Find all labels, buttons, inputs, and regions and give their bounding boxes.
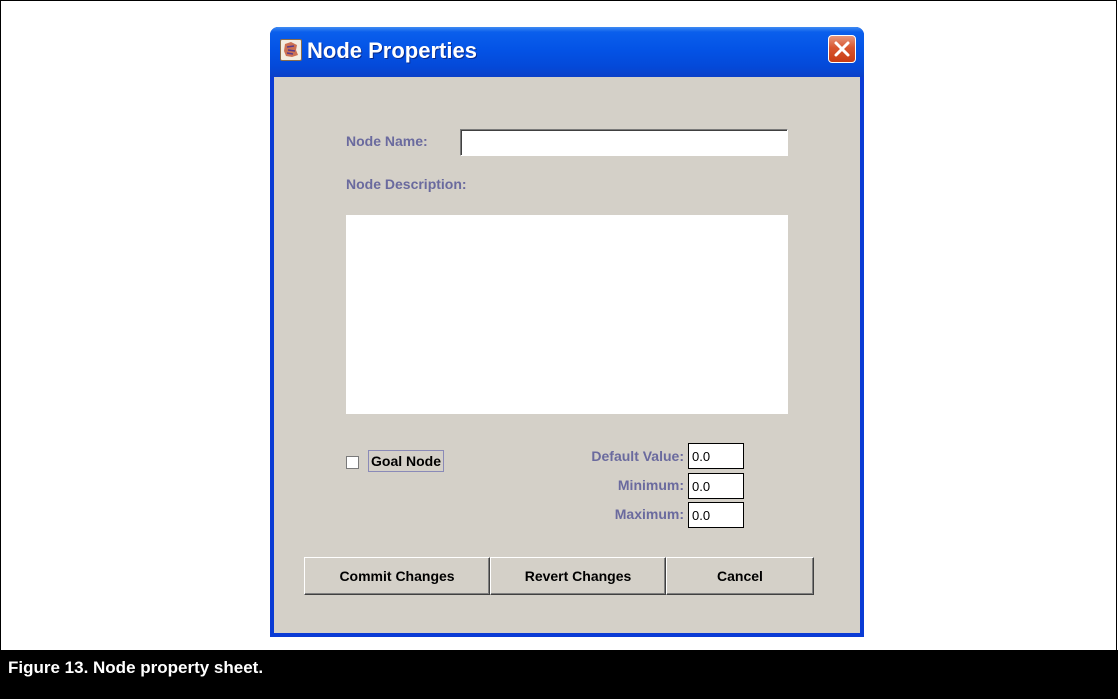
maximum-label: Maximum: <box>614 506 684 522</box>
button-row: Commit Changes Revert Changes Cancel <box>304 557 814 595</box>
default-value-label: Default Value: <box>591 448 684 464</box>
title-bar[interactable]: Node Properties <box>270 27 864 77</box>
revert-changes-button[interactable]: Revert Changes <box>490 557 666 595</box>
dialog-content: Node Name: Node Description: Goal Node D… <box>274 77 860 633</box>
minimum-label: Minimum: <box>617 477 684 493</box>
commit-changes-button[interactable]: Commit Changes <box>304 557 490 595</box>
node-description-textarea[interactable] <box>346 215 788 414</box>
close-button[interactable] <box>828 35 856 63</box>
node-properties-window: Node Properties Node Name: Node Descript… <box>270 27 864 637</box>
default-value-field[interactable]: 0.0 <box>688 443 744 469</box>
goal-node-label[interactable]: Goal Node <box>368 450 445 472</box>
close-icon <box>834 41 850 57</box>
node-name-label: Node Name: <box>346 133 428 149</box>
node-description-label: Node Description: <box>346 176 467 192</box>
window-title: Node Properties <box>307 38 477 63</box>
maximum-field[interactable]: 0.0 <box>688 502 744 528</box>
app-icon <box>280 39 302 61</box>
cancel-button[interactable]: Cancel <box>666 557 814 595</box>
minimum-field[interactable]: 0.0 <box>688 473 744 499</box>
figure-caption: Figure 13. Node property sheet. <box>0 650 1118 699</box>
goal-node-checkbox[interactable] <box>346 456 359 469</box>
node-name-field[interactable] <box>460 129 788 156</box>
